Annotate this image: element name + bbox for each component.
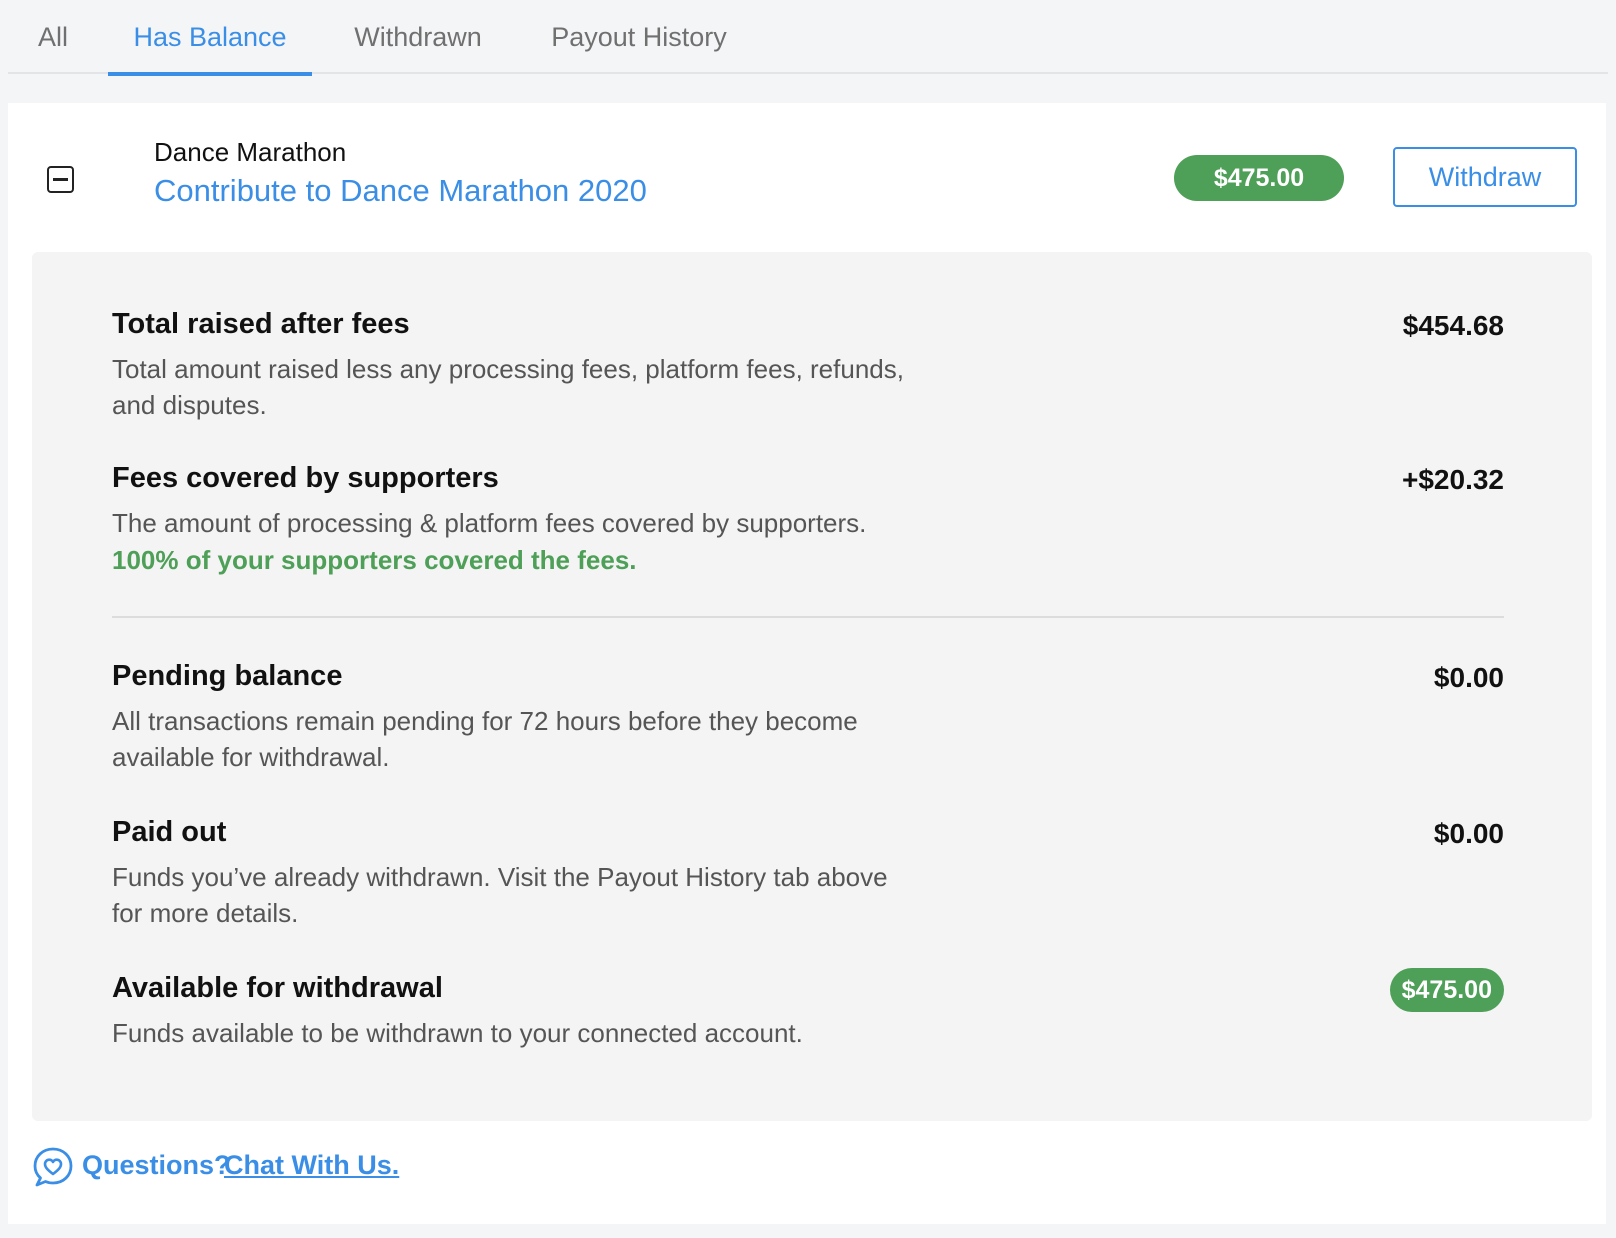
fees-covered-row: Fees covered by supporters The amount of… bbox=[112, 462, 1504, 576]
paid-out-title: Paid out bbox=[112, 816, 227, 848]
divider bbox=[112, 616, 1504, 618]
tab-payout-history[interactable]: Payout History bbox=[546, 0, 732, 74]
fees-covered-title: Fees covered by supporters bbox=[112, 462, 499, 494]
pending-balance-description: All transactions remain pending for 72 h… bbox=[112, 706, 858, 772]
tab-withdrawn[interactable]: Withdrawn bbox=[346, 0, 490, 74]
tab-has-balance[interactable]: Has Balance bbox=[108, 0, 312, 76]
total-raised-value: $454.68 bbox=[1402, 310, 1504, 341]
total-raised-description: Total amount raised less any processing … bbox=[112, 354, 904, 420]
campaign-card: Dance Marathon Contribute to Dance Marat… bbox=[8, 103, 1606, 1224]
paid-out-value: $0.00 bbox=[1433, 818, 1504, 849]
questions-label: Questions? bbox=[82, 1150, 231, 1180]
available-description: Funds available to be withdrawn to your … bbox=[112, 1018, 803, 1048]
paid-out-description: Funds you’ve already withdrawn. Visit th… bbox=[112, 862, 888, 928]
chat-with-us-link[interactable]: Chat With Us. bbox=[224, 1150, 399, 1181]
pending-balance-value: $0.00 bbox=[1433, 662, 1504, 693]
balance-details-panel: Total raised after fees Total amount rai… bbox=[32, 252, 1592, 1121]
tab-all[interactable]: All bbox=[8, 0, 98, 74]
total-raised-row: Total raised after fees Total amount rai… bbox=[112, 308, 1504, 423]
available-row: Available for withdrawal Funds available… bbox=[112, 968, 1504, 1051]
total-raised-title: Total raised after fees bbox=[112, 308, 410, 340]
pending-balance-title: Pending balance bbox=[112, 660, 343, 692]
org-name: Dance Marathon bbox=[154, 137, 347, 167]
paid-out-row: Paid out Funds you’ve already withdrawn.… bbox=[112, 816, 1504, 931]
chat-heart-icon[interactable] bbox=[32, 1146, 74, 1188]
fees-covered-note: 100% of your supporters covered the fees… bbox=[112, 545, 637, 575]
campaign-title-link[interactable]: Contribute to Dance Marathon 2020 bbox=[154, 173, 647, 209]
fees-covered-description: The amount of processing & platform fees… bbox=[112, 508, 867, 538]
tab-bar: All Has Balance Withdrawn Payout History bbox=[8, 0, 1608, 76]
available-value-badge: $475.00 bbox=[1389, 968, 1504, 1012]
fees-covered-value: +$20.32 bbox=[1402, 464, 1504, 495]
available-title: Available for withdrawal bbox=[112, 972, 443, 1004]
balance-badge: $475.00 bbox=[1174, 155, 1344, 201]
collapse-icon[interactable] bbox=[47, 166, 74, 193]
pending-balance-row: Pending balance All transactions remain … bbox=[112, 660, 1504, 775]
withdraw-button[interactable]: Withdraw bbox=[1393, 147, 1577, 207]
